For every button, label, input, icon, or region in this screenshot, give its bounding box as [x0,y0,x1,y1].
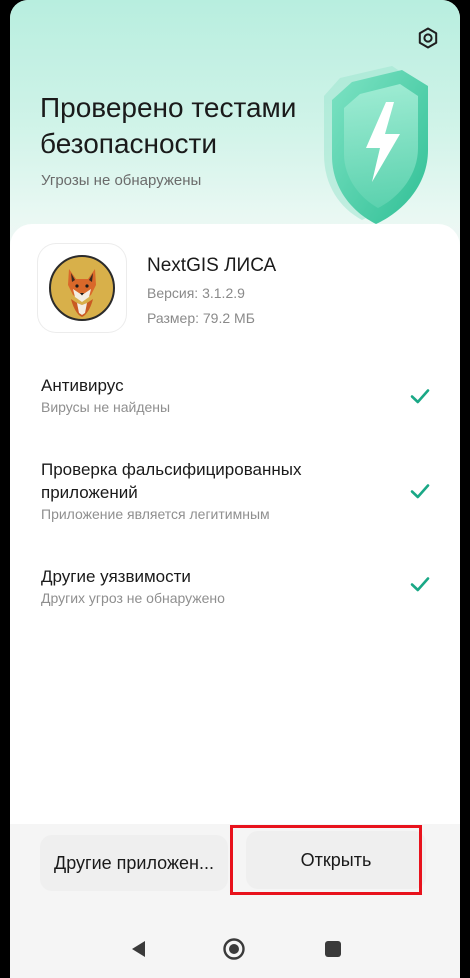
check-desc: Вирусы не найдены [41,399,171,415]
fox-logo [49,255,115,321]
check-icon [410,484,430,499]
app-size: Размер: 79.2 МБ [147,310,255,326]
other-apps-button[interactable]: Другие приложен... [40,835,228,891]
check-title: Проверка фальсифицированных приложений [41,460,302,502]
app-name: NextGIS ЛИСА [147,255,277,276]
page-subtitle: Угрозы не обнаружены [41,172,202,189]
check-icon [410,577,430,592]
check-item-other-vulnerabilities: Другие уязвимости Других угроз не обнару… [41,565,431,606]
check-desc: Других угроз не обнаружено [41,590,225,606]
open-button[interactable]: Открыть [246,831,426,889]
recents-square-icon[interactable] [322,938,344,960]
app-version: Версия: 3.1.2.9 [147,285,245,301]
check-title: Антивирус [41,376,124,395]
home-circle-icon[interactable] [223,938,245,960]
page-title: Проверено тестами безопасности [40,92,297,159]
settings-button[interactable] [414,24,442,52]
check-item-antivirus: Антивирус Вирусы не найдены [41,374,431,415]
settings-icon [418,27,438,49]
app-icon [38,244,126,332]
back-triangle-icon[interactable] [128,938,150,960]
check-item-fake-app: Проверка фальсифицированных приложений П… [41,458,431,522]
results-card: NextGIS ЛИСА Версия: 3.1.2.9 Размер: 79.… [10,224,460,824]
check-icon [410,389,430,404]
check-desc: Приложение является легитимным [41,506,270,522]
system-navigation-bar [10,920,460,978]
check-title: Другие уязвимости [41,567,191,586]
security-check-screen: Проверено тестами безопасности Угрозы не… [10,0,460,978]
